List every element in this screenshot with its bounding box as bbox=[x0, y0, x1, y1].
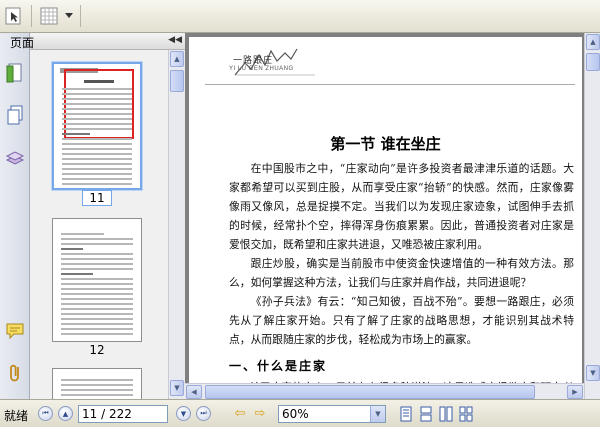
facing-pages-icon bbox=[439, 406, 453, 422]
zoom-value: 60% bbox=[282, 407, 309, 421]
facing-view-button[interactable] bbox=[438, 405, 454, 423]
document-horizontal-scrollbar[interactable]: ◀ ▶ bbox=[185, 383, 584, 399]
toolbar bbox=[0, 0, 600, 33]
paperclip-icon bbox=[10, 364, 19, 382]
status-text: 就绪 bbox=[4, 409, 29, 423]
toolbar-dropdown-button[interactable] bbox=[62, 4, 76, 28]
continuous-facing-view-button[interactable] bbox=[458, 405, 474, 423]
previous-page-icon: ▲ bbox=[62, 409, 69, 418]
subheading: 一、什么是庄家 bbox=[229, 359, 328, 373]
scroll-down-icon[interactable]: ▼ bbox=[586, 365, 600, 381]
arrow-left-icon: ⇦ bbox=[234, 406, 246, 421]
next-page-icon: ▼ bbox=[180, 409, 187, 418]
bookmark-icon bbox=[6, 63, 22, 83]
attachments-tab[interactable] bbox=[4, 361, 26, 385]
status-bar: 就绪 ⏮ ▲ 11 / 222 ▼ ⏭ ⇦ ⇨ 60% ▼ bbox=[0, 399, 600, 427]
document-vertical-scrollbar[interactable]: ▲ ▼ bbox=[584, 33, 600, 399]
single-page-icon bbox=[400, 406, 412, 422]
panel-header: 页面 ◀◀ bbox=[10, 33, 185, 50]
panel-scrollbar[interactable]: ▲ ▼ bbox=[168, 50, 185, 399]
chapter-header-title: 一路跟庄 bbox=[233, 56, 274, 66]
scroll-down-icon[interactable]: ▼ bbox=[170, 380, 184, 396]
page-thumbnail-11[interactable] bbox=[52, 62, 142, 190]
paragraph: 在中国股市之中，“庄家动向”是许多投资者最津津乐道的话题。大家都希望可以买到庄股… bbox=[229, 162, 574, 251]
chevron-down-icon[interactable]: ▼ bbox=[370, 406, 385, 422]
body-text: 在中国股市之中，“庄家动向”是许多投资者最津津乐道的话题。大家都希望可以买到庄股… bbox=[229, 159, 574, 349]
page-select-icon bbox=[5, 7, 21, 25]
continuous-facing-icon bbox=[459, 406, 473, 422]
thumb-text-lines bbox=[61, 379, 133, 399]
thumbnail-label: 12 bbox=[89, 343, 105, 357]
header-rule bbox=[205, 84, 575, 85]
pages-tab[interactable] bbox=[4, 103, 26, 127]
scroll-left-icon[interactable]: ◀ bbox=[186, 385, 202, 399]
single-page-view-button[interactable] bbox=[398, 405, 414, 423]
scroll-right-icon[interactable]: ▶ bbox=[567, 385, 583, 399]
scroll-thumb[interactable] bbox=[205, 385, 535, 399]
arrow-right-icon: ⇨ bbox=[254, 406, 266, 421]
paragraph: 跟庄炒股，确实是当前股市中使资金快速增值的一种有效方法。那么，如何掌握这种方法，… bbox=[229, 257, 574, 289]
last-page-icon: ⏭ bbox=[200, 409, 207, 417]
select-tool-button[interactable] bbox=[0, 4, 26, 28]
thumb-text-lines bbox=[61, 233, 133, 338]
collapse-panel-icon[interactable]: ◀◀ bbox=[168, 35, 182, 45]
document-page: 一路跟庄 YI LU GEN ZHUANG 第一节 谁在坐庄 在中国股市之中，“… bbox=[189, 37, 582, 399]
pages-panel: 页面 ◀◀ 11 12 ▲ ▼ bbox=[10, 33, 185, 399]
navigation-strip bbox=[0, 33, 30, 399]
chapter-header-subtitle: YI LU GEN ZHUANG bbox=[229, 66, 294, 72]
comment-icon bbox=[6, 323, 24, 340]
scroll-thumb[interactable] bbox=[586, 53, 600, 71]
scroll-thumb[interactable] bbox=[170, 70, 184, 92]
bookmarks-tab[interactable] bbox=[4, 61, 26, 85]
grid-tool-button[interactable] bbox=[36, 4, 62, 28]
thumb-text-lines bbox=[62, 88, 132, 188]
scroll-up-icon[interactable]: ▲ bbox=[170, 51, 184, 67]
layers-tab[interactable] bbox=[4, 145, 26, 169]
comments-tab[interactable] bbox=[4, 319, 26, 343]
page-thumbnail-12[interactable] bbox=[52, 218, 142, 342]
pages-icon bbox=[7, 105, 23, 125]
scroll-up-icon[interactable]: ▲ bbox=[586, 34, 600, 50]
page-number-input[interactable]: 11 / 222 bbox=[78, 405, 168, 423]
toolbar-separator bbox=[80, 5, 81, 27]
continuous-view-button[interactable] bbox=[418, 405, 434, 423]
section-title: 第一节 谁在坐庄 bbox=[330, 135, 441, 153]
go-forward-button[interactable]: ⇨ bbox=[252, 406, 268, 421]
previous-page-button[interactable]: ▲ bbox=[58, 406, 73, 421]
thumbnail-list: 11 12 bbox=[30, 50, 168, 399]
document-view: 一路跟庄 YI LU GEN ZHUANG 第一节 谁在坐庄 在中国股市之中，“… bbox=[185, 33, 600, 399]
last-page-button[interactable]: ⏭ bbox=[196, 406, 211, 421]
thumbnail-label: 11 bbox=[52, 190, 142, 206]
go-back-button[interactable]: ⇦ bbox=[232, 406, 248, 421]
first-page-icon: ⏮ bbox=[42, 409, 49, 417]
paragraph: 《孙子兵法》有云：“知己知彼，百战不殆”。要想一路跟庄，必须先从了解庄家开始。只… bbox=[229, 295, 574, 346]
thumb-title bbox=[84, 80, 114, 83]
panel-title: 页面 bbox=[10, 36, 35, 50]
grid-icon bbox=[40, 7, 58, 25]
toolbar-separator bbox=[31, 5, 32, 27]
chevron-down-icon bbox=[65, 13, 73, 18]
zoom-select[interactable]: 60% ▼ bbox=[278, 405, 386, 423]
layers-icon bbox=[5, 151, 25, 165]
first-page-button[interactable]: ⏮ bbox=[38, 406, 53, 421]
continuous-page-icon bbox=[420, 406, 432, 422]
page-thumbnail-13[interactable] bbox=[52, 368, 142, 399]
next-page-button[interactable]: ▼ bbox=[176, 406, 191, 421]
